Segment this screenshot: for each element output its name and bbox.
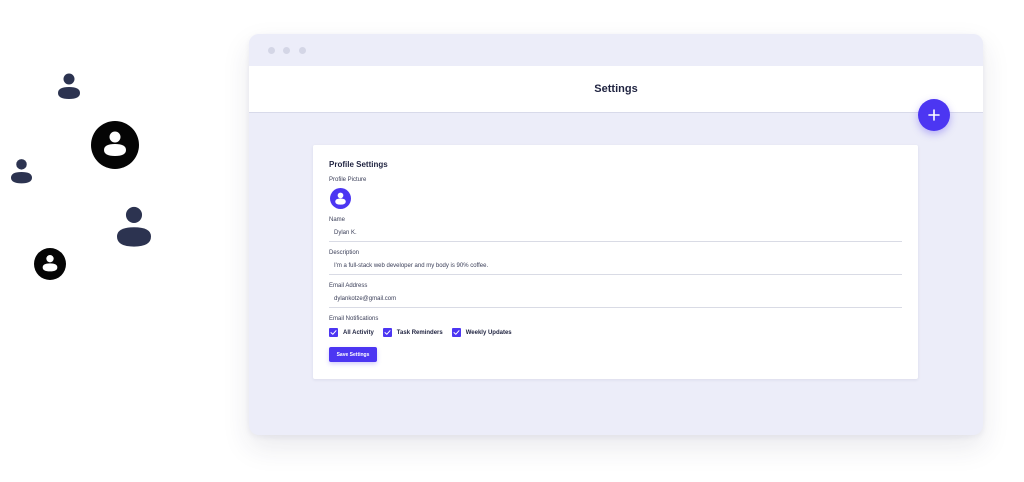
check-icon <box>330 330 337 335</box>
checkbox-label: Weekly Updates <box>465 329 512 336</box>
profile-settings-card: Profile Settings Profile Picture Name Dy… <box>313 145 918 379</box>
checkbox-weekly-updates[interactable]: Weekly Updates <box>451 328 512 337</box>
checkbox-label: Task Reminders <box>396 329 443 336</box>
window-dot <box>299 47 306 54</box>
name-field-underline <box>329 241 902 242</box>
checkbox-checked[interactable] <box>451 328 461 337</box>
page-title: Settings <box>594 83 638 95</box>
user-avatar-icon <box>335 192 346 205</box>
checkbox-checked[interactable] <box>329 328 338 337</box>
card-title: Profile Settings <box>329 160 388 169</box>
description-label: Description <box>329 250 360 256</box>
user-icon <box>11 159 32 184</box>
user-icon <box>58 73 80 99</box>
save-settings-button[interactable]: Save Settings <box>329 347 377 362</box>
user-avatar-icon <box>34 248 66 280</box>
check-icon <box>453 330 460 335</box>
name-field[interactable]: Dylan K. <box>334 230 357 236</box>
profile-picture-avatar[interactable] <box>330 188 351 209</box>
description-field-underline <box>329 274 902 275</box>
user-icon <box>117 206 151 247</box>
plus-icon <box>928 109 940 121</box>
email-label: Email Address <box>329 283 368 289</box>
email-field-underline <box>329 307 902 308</box>
user-avatar-icon <box>91 121 139 169</box>
checkbox-all-activity[interactable]: All Activity <box>329 328 374 337</box>
page-header: Settings <box>249 66 983 113</box>
description-field[interactable]: I'm a full-stack web developer and my bo… <box>334 263 488 269</box>
checkbox-checked[interactable] <box>382 328 392 337</box>
name-label: Name <box>329 217 346 223</box>
add-button[interactable] <box>918 99 950 131</box>
profile-picture-label: Profile Picture <box>329 177 367 183</box>
app-window: Settings Profile Settings Profile Pictur… <box>249 34 983 435</box>
window-dot <box>268 47 275 54</box>
checkbox-task-reminders[interactable]: Task Reminders <box>382 328 443 337</box>
check-icon <box>384 330 391 335</box>
email-notifications-label: Email Notifications <box>329 316 379 322</box>
notification-options: All Activity Task Reminders Weekly Updat… <box>329 328 521 337</box>
window-dot <box>283 47 290 54</box>
window-titlebar <box>249 34 983 66</box>
checkbox-label: All Activity <box>343 329 374 336</box>
email-field[interactable]: dylankotze@gmail.com <box>334 296 396 302</box>
